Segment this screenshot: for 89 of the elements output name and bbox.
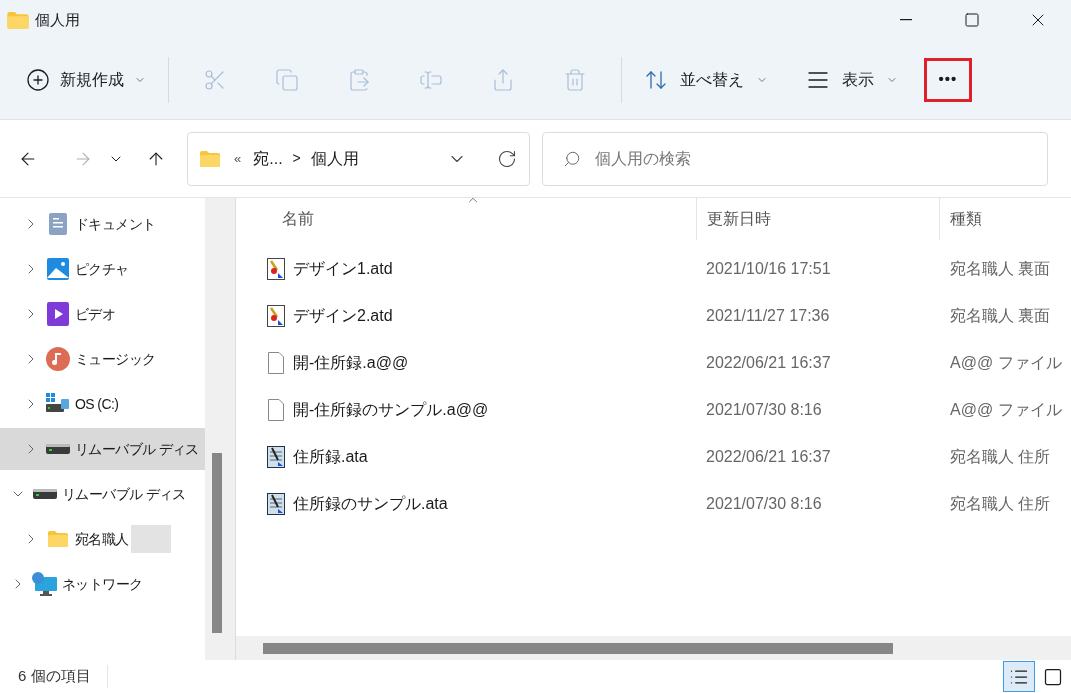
- overflow-chevron[interactable]: «: [234, 148, 242, 169]
- sidebar-item[interactable]: ドキュメント: [0, 203, 205, 245]
- file-row[interactable]: 住所録.ata 2022/06/21 16:37 宛名職人 住所: [236, 433, 1071, 480]
- details-view-button[interactable]: [1003, 661, 1035, 692]
- sidebar-label: リムーバブル ディス: [62, 484, 186, 504]
- modified-date: 2021/11/27 17:36: [705, 305, 831, 326]
- paste-icon: [347, 67, 371, 92]
- design-file-icon: [267, 304, 285, 327]
- maximize-icon: [964, 12, 980, 28]
- file-name: デザイン1.atd: [293, 258, 393, 279]
- share-icon: [491, 67, 515, 92]
- document-icon: [49, 213, 67, 235]
- scrollbar-thumb[interactable]: [263, 642, 893, 654]
- modified-date: 2022/06/21 16:37: [705, 446, 832, 467]
- sidebar-item[interactable]: OS (C:): [0, 383, 205, 425]
- sidebar-item[interactable]: ネットワーク: [0, 563, 205, 605]
- file-name: 住所録のサンプル.ata: [293, 493, 448, 514]
- minimize-icon: [900, 19, 912, 21]
- design-file-icon: [267, 257, 285, 280]
- folder-icon: [7, 11, 29, 29]
- drive-icon: [46, 444, 70, 454]
- search-input[interactable]: 個人用の検索: [595, 146, 1027, 171]
- file-name: デザイン2.atd: [293, 305, 393, 326]
- address-book-icon: [267, 492, 285, 515]
- sidebar-item[interactable]: ビデオ: [0, 293, 205, 335]
- file-name: 開-住所録.a@@: [293, 352, 409, 373]
- drive-icon: [33, 489, 57, 499]
- modified-date: 2021/07/30 8:16: [705, 493, 823, 514]
- sidebar-item[interactable]: ミュージック: [0, 338, 205, 380]
- file-row[interactable]: デザイン1.atd 2021/10/16 17:51 宛名職人 裏面: [236, 245, 1071, 292]
- view-button[interactable]: 表示: [794, 57, 910, 102]
- sort-button[interactable]: 並べ替え: [632, 57, 780, 102]
- search-field[interactable]: 個人用の検索: [542, 131, 1048, 186]
- folder-icon: [48, 531, 68, 547]
- modified-date: 2021/07/30 8:16: [705, 399, 823, 420]
- file-row[interactable]: 開-住所録のサンプル.a@@ 2021/07/30 8:16 A@@ ファイル: [236, 386, 1071, 433]
- breadcrumb-separator: >: [292, 149, 301, 168]
- video-icon: [47, 302, 69, 326]
- address-book-icon: [267, 445, 285, 468]
- sidebar-label: リムーバブル ディス: [75, 439, 199, 459]
- file-type: A@@ ファイル: [949, 352, 1062, 373]
- sidebar-label: OS (C:): [75, 394, 119, 414]
- address-bar[interactable]: « 宛... > 個人用: [187, 131, 530, 186]
- network-icon: [32, 572, 58, 596]
- search-icon: [563, 149, 581, 168]
- file-row[interactable]: 開-住所録.a@@ 2022/06/21 16:37 A@@ ファイル: [236, 339, 1071, 386]
- sidebar-item[interactable]: リムーバブル ディス: [0, 428, 205, 470]
- item-count: 6 個の項目: [18, 665, 108, 688]
- file-name: 開-住所録のサンプル.a@@: [293, 399, 489, 420]
- picture-icon: [47, 258, 69, 280]
- sidebar-item[interactable]: ピクチャ: [0, 248, 205, 290]
- music-icon: [46, 347, 70, 371]
- folder-icon: [200, 150, 220, 167]
- copy-icon: [275, 67, 299, 92]
- sidebar-label: ピクチャ: [75, 259, 129, 279]
- pane-splitter[interactable]: [226, 198, 236, 660]
- sidebar-label: ドキュメント: [75, 214, 156, 234]
- new-button[interactable]: 新規作成: [14, 57, 158, 102]
- file-icon: [268, 351, 284, 374]
- sidebar-label: 宛名職人: [75, 529, 129, 549]
- file-row[interactable]: デザイン2.atd 2021/11/27 17:36 宛名職人 裏面: [236, 292, 1071, 339]
- sidebar-label: ビデオ: [75, 304, 116, 324]
- modified-date: 2021/10/16 17:51: [705, 258, 832, 279]
- file-type: 宛名職人 住所: [949, 446, 1051, 467]
- file-type: 宛名職人 裏面: [949, 305, 1051, 326]
- file-type: A@@ ファイル: [949, 399, 1062, 420]
- file-type: 宛名職人 裏面: [949, 258, 1051, 279]
- modified-date: 2022/06/21 16:37: [705, 352, 832, 373]
- column-header[interactable]: 名前: [236, 198, 696, 240]
- window-title: 個人用: [35, 9, 80, 30]
- sidebar-item[interactable]: リムーバブル ディス: [0, 473, 205, 515]
- drive-icon: [46, 393, 70, 415]
- breadcrumb[interactable]: 個人用: [310, 146, 359, 171]
- file-row[interactable]: 住所録のサンプル.ata 2021/07/30 8:16 宛名職人 住所: [236, 480, 1071, 527]
- sidebar-item[interactable]: 宛名職人: [0, 518, 205, 560]
- sidebar-label: ネットワーク: [62, 574, 143, 594]
- file-type: 宛名職人 住所: [949, 493, 1051, 514]
- column-header[interactable]: 種類: [939, 198, 1071, 240]
- plus-icon: [26, 67, 50, 92]
- column-header[interactable]: 更新日時: [696, 198, 939, 240]
- more-button[interactable]: •••: [924, 57, 972, 102]
- refresh-icon[interactable]: [497, 148, 517, 169]
- tile-icon: [1043, 666, 1063, 687]
- file-icon: [268, 398, 284, 421]
- trash-icon: [563, 67, 587, 92]
- scrollbar-thumb[interactable]: [212, 453, 222, 633]
- breadcrumb[interactable]: 宛...: [253, 146, 283, 171]
- file-name: 住所録.ata: [293, 446, 368, 467]
- sidebar-label: ミュージック: [75, 349, 156, 369]
